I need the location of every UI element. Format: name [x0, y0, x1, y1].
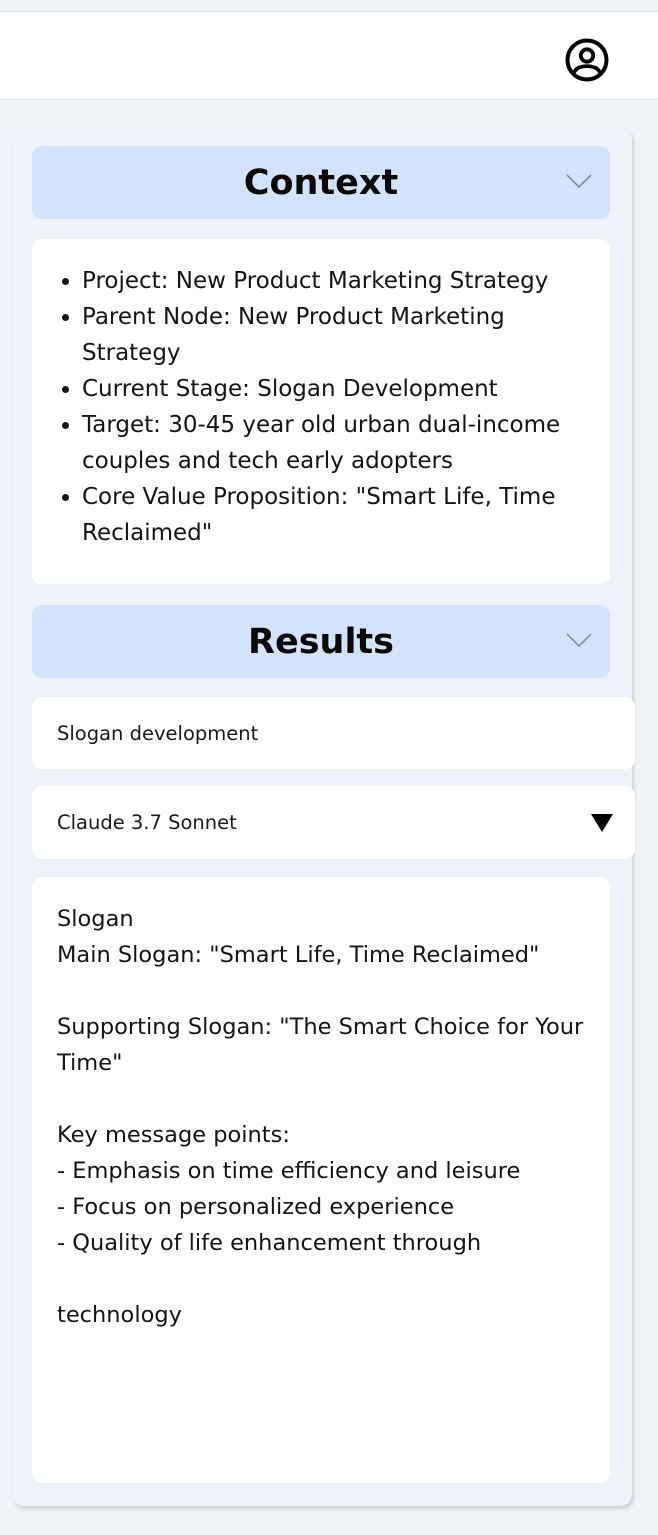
model-selected-value: Claude 3.7 Sonnet — [57, 811, 237, 834]
context-item-parent-node: Parent Node: New Product Marketing Strat… — [82, 299, 590, 371]
chevron-down-icon — [566, 174, 592, 189]
chevron-down-icon — [566, 633, 592, 648]
context-card: Project: New Product Marketing Strategy … — [32, 239, 610, 584]
results-title: Results — [248, 621, 394, 662]
model-select[interactable]: Claude 3.7 Sonnet — [32, 786, 635, 859]
context-item-current-stage: Current Stage: Slogan Development — [82, 371, 590, 407]
app-header — [0, 12, 658, 100]
context-item-project: Project: New Product Marketing Strategy — [82, 263, 590, 299]
triangle-down-icon — [591, 814, 613, 832]
context-item-value-proposition: Core Value Proposition: "Smart Life, Tim… — [82, 479, 590, 551]
top-strip — [0, 0, 658, 12]
side-panel: Context Project: New Product Marketing S… — [12, 128, 635, 1506]
output-textarea[interactable]: Slogan Main Slogan: "Smart Life, Time Re… — [32, 877, 610, 1483]
topic-value: Slogan development — [57, 721, 259, 745]
context-list: Project: New Product Marketing Strategy … — [32, 239, 610, 551]
context-title: Context — [243, 162, 399, 203]
context-item-target: Target: 30-45 year old urban dual-income… — [82, 407, 590, 479]
user-account-icon[interactable] — [564, 37, 610, 83]
output-text: Slogan Main Slogan: "Smart Life, Time Re… — [57, 906, 584, 1328]
context-section-header[interactable]: Context — [32, 146, 610, 219]
results-section-header[interactable]: Results — [32, 605, 610, 678]
topic-input[interactable]: Slogan development — [32, 697, 635, 769]
